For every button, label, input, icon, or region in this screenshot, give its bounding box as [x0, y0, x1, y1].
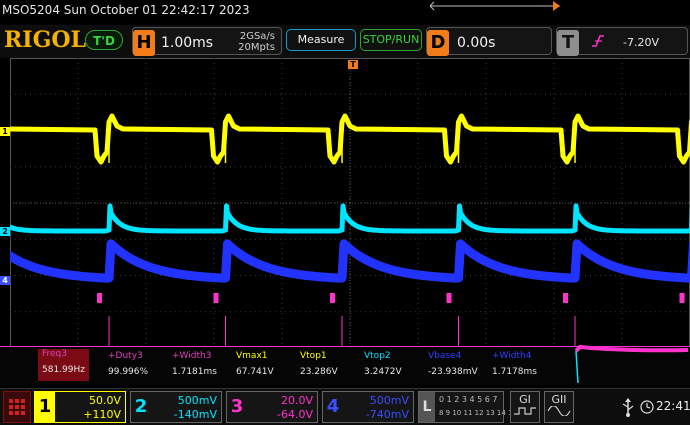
home-grid-button[interactable] [3, 391, 31, 423]
generator-1-label: GI [519, 393, 531, 406]
clock-icon [640, 400, 654, 414]
ch3-pulse [213, 293, 219, 303]
ch3-pulse [563, 293, 568, 303]
bottom-bar: 1 50.0V +110V 2 500mV -140mV 3 20.0V -64… [0, 388, 690, 425]
delay-control[interactable]: D 0.00s [426, 27, 552, 56]
ch2-marker[interactable]: 2 [0, 227, 10, 236]
channel-1-offset: +110V [83, 408, 121, 421]
horizontal-position-arrow-icon [430, 1, 560, 11]
logic-letter: L [419, 392, 435, 422]
delay-letter: D [427, 30, 449, 56]
ch3-pulse [97, 293, 102, 303]
generator-2-label: GII [551, 393, 567, 406]
channel-3-box[interactable]: 3 20.0V -64.0V [226, 391, 318, 423]
channel-2-scale: 500mV [177, 394, 217, 407]
channel-3-scale: 20.0V [280, 394, 313, 407]
timebase-value: 1.00ms [161, 35, 214, 51]
channel-4-box[interactable]: 4 500mV -740mV [322, 391, 414, 423]
trace-tail [574, 345, 689, 384]
sine-wave-icon [547, 405, 571, 417]
memory-depth: 20Mpts [238, 42, 275, 53]
generator-1-button[interactable]: GI [510, 391, 540, 423]
logic-bits-row2: 8 9 10 11 12 13 14 15 [439, 409, 517, 417]
trigger-status-badge: T'D [85, 30, 123, 50]
ch3-pulse [330, 293, 335, 303]
channel-2-offset: -140mV [173, 408, 217, 421]
ch4-marker[interactable]: 4 [0, 276, 10, 285]
ch1-marker[interactable]: 1 [0, 127, 10, 136]
rising-edge-icon [592, 35, 604, 47]
usb-icon [622, 398, 634, 417]
grid-menu-icon [9, 399, 25, 415]
horizontal-letter: H [133, 30, 155, 56]
channel-2-box[interactable]: 2 500mV -140mV [130, 391, 222, 423]
channel-1-number: 1 [35, 392, 55, 422]
ch4-waveform [10, 239, 690, 283]
clock-time: 22:41 [656, 399, 690, 413]
channel-4-scale: 500mV [369, 394, 409, 407]
waveform-graticule [10, 58, 690, 348]
rigol-logo: RIGOL [4, 27, 86, 53]
title-bar: MSO5204 Sun October 01 22:42:17 2023 [0, 0, 690, 24]
channel-1-box[interactable]: 1 50.0V +110V [34, 391, 126, 423]
logic-bits-row1: 0 1 2 3 4 5 6 7 [439, 395, 498, 404]
channel-3-number: 3 [230, 396, 244, 417]
channel-3-offset: -64.0V [277, 408, 313, 421]
trigger-level: -7.20V [623, 36, 659, 49]
channel-4-number: 4 [326, 396, 340, 417]
grid-lines [10, 58, 690, 348]
horizontal-control[interactable]: H 1.00ms 2GSa/s 20Mpts [132, 27, 282, 56]
ch2-waveform [10, 203, 690, 234]
ch3-pulse [446, 293, 452, 303]
channel-2-number: 2 [134, 396, 148, 417]
measure-button[interactable]: Measure [286, 29, 356, 51]
trigger-time-marker[interactable]: T [348, 60, 358, 69]
trigger-control[interactable]: T -7.20V [556, 27, 688, 56]
ch3-pulse [679, 293, 685, 303]
channel-4-offset: -740mV [365, 408, 409, 421]
sample-rate: 2GSa/s [239, 31, 275, 42]
logic-analyzer-box[interactable]: L 0 1 2 3 4 5 6 7 8 9 10 11 12 13 14 15 [418, 391, 517, 423]
trigger-letter: T [557, 30, 579, 56]
top-toolbar: RIGOL T'D H 1.00ms 2GSa/s 20Mpts Measure… [0, 25, 690, 58]
channel-1-scale: 50.0V [88, 394, 121, 407]
delay-value: 0.00s [457, 35, 496, 51]
generator-2-button[interactable]: GII [544, 391, 574, 423]
title-text: MSO5204 Sun October 01 22:42:17 2023 [2, 3, 250, 17]
square-wave-icon [514, 407, 536, 415]
oscilloscope-screen: MSO5204 Sun October 01 22:42:17 2023 RIG… [0, 0, 690, 425]
stop-run-button[interactable]: STOP/RUN [360, 29, 422, 51]
